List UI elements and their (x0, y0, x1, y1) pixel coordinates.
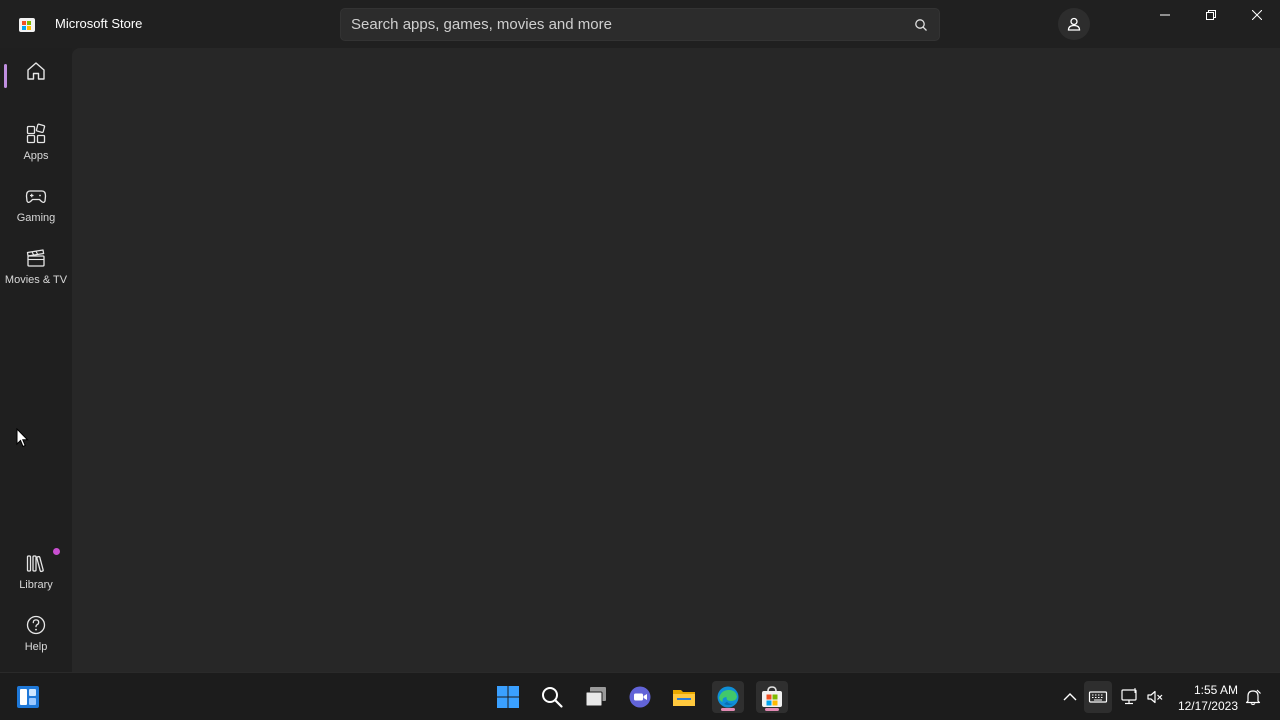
minimize-button[interactable] (1142, 0, 1188, 32)
mouse-cursor-icon (16, 428, 29, 448)
store-icon (762, 686, 782, 707)
search-icon (542, 687, 563, 708)
task-view-icon (585, 687, 606, 707)
chevron-up-icon[interactable] (1060, 687, 1080, 707)
nav-label-movies: Movies & TV (4, 274, 68, 286)
library-icon (26, 555, 44, 573)
file-explorer-button[interactable] (668, 681, 700, 713)
teams-chat-icon (629, 686, 651, 708)
help-icon (26, 615, 46, 635)
nav-item-home[interactable] (0, 60, 72, 118)
search-box[interactable] (340, 8, 940, 41)
task-view-button[interactable] (580, 681, 612, 713)
restore-button[interactable] (1188, 0, 1234, 32)
search-icon[interactable] (913, 17, 929, 33)
main-content (72, 48, 1280, 672)
controller-icon (25, 190, 47, 204)
person-icon (1067, 17, 1081, 31)
nav-label-library: Library (19, 579, 53, 591)
taskbar: 1:55 AM 12/17/2023 (0, 672, 1280, 720)
clock-time: 1:55 AM (1193, 683, 1238, 697)
file-explorer-icon (673, 690, 695, 706)
volume-muted-icon[interactable] (1145, 687, 1165, 707)
nav-item-library[interactable]: Library (0, 552, 72, 610)
close-button[interactable] (1234, 0, 1280, 32)
start-button[interactable] (492, 681, 524, 713)
widgets-button[interactable] (12, 681, 44, 713)
nav-item-movies[interactable]: Movies & TV (0, 247, 72, 305)
network-icon[interactable] (1120, 687, 1140, 707)
store-taskbar-button[interactable] (756, 681, 788, 713)
app-title: Microsoft Store (55, 16, 143, 31)
store-running-indicator (765, 708, 779, 711)
restore-icon (1206, 10, 1216, 20)
keyboard-icon (1088, 691, 1108, 703)
profile-button[interactable] (1058, 8, 1090, 40)
nav-item-apps[interactable]: Apps (0, 123, 72, 181)
store-logo-icon (19, 18, 35, 32)
nav-label-help: Help (24, 641, 48, 653)
nav-label-gaming: Gaming (16, 212, 56, 224)
widgets-icon (17, 686, 39, 708)
nav-item-gaming[interactable]: Gaming (0, 185, 72, 243)
nav-item-help[interactable]: Help (0, 614, 72, 672)
nav-label-apps: Apps (23, 150, 49, 162)
keyboard-tray-button[interactable] (1084, 681, 1112, 713)
library-update-badge (53, 548, 60, 555)
edge-button[interactable] (712, 681, 744, 713)
edge-running-indicator (721, 708, 735, 711)
teams-chat-button[interactable] (624, 681, 656, 713)
edge-icon (717, 686, 739, 708)
title-bar: Microsoft Store (0, 0, 1280, 48)
clock-date: 12/17/2023 (1177, 699, 1238, 713)
taskbar-search-button[interactable] (536, 681, 568, 713)
apps-icon (26, 123, 46, 144)
close-icon (1252, 10, 1262, 20)
clapperboard-icon (26, 249, 45, 267)
navigation-rail: Apps Gaming Movies & TV Library Help (0, 48, 72, 672)
home-icon (27, 62, 45, 80)
search-input[interactable] (351, 9, 901, 40)
start-icon (497, 686, 519, 708)
system-clock[interactable]: 1:55 AM 12/17/2023 (1170, 682, 1238, 714)
minimize-icon (1160, 14, 1170, 16)
notification-bell-icon[interactable] (1243, 687, 1263, 707)
